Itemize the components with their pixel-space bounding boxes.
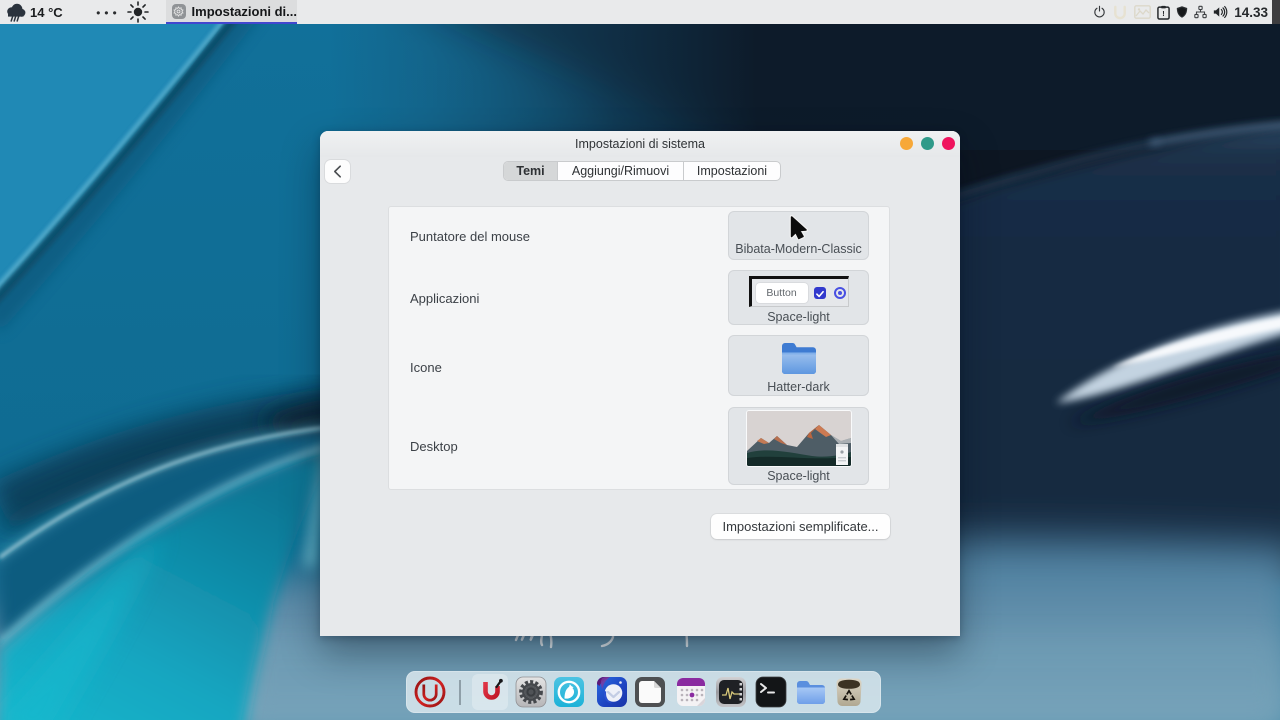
svg-text:!: ! [1162, 8, 1164, 17]
